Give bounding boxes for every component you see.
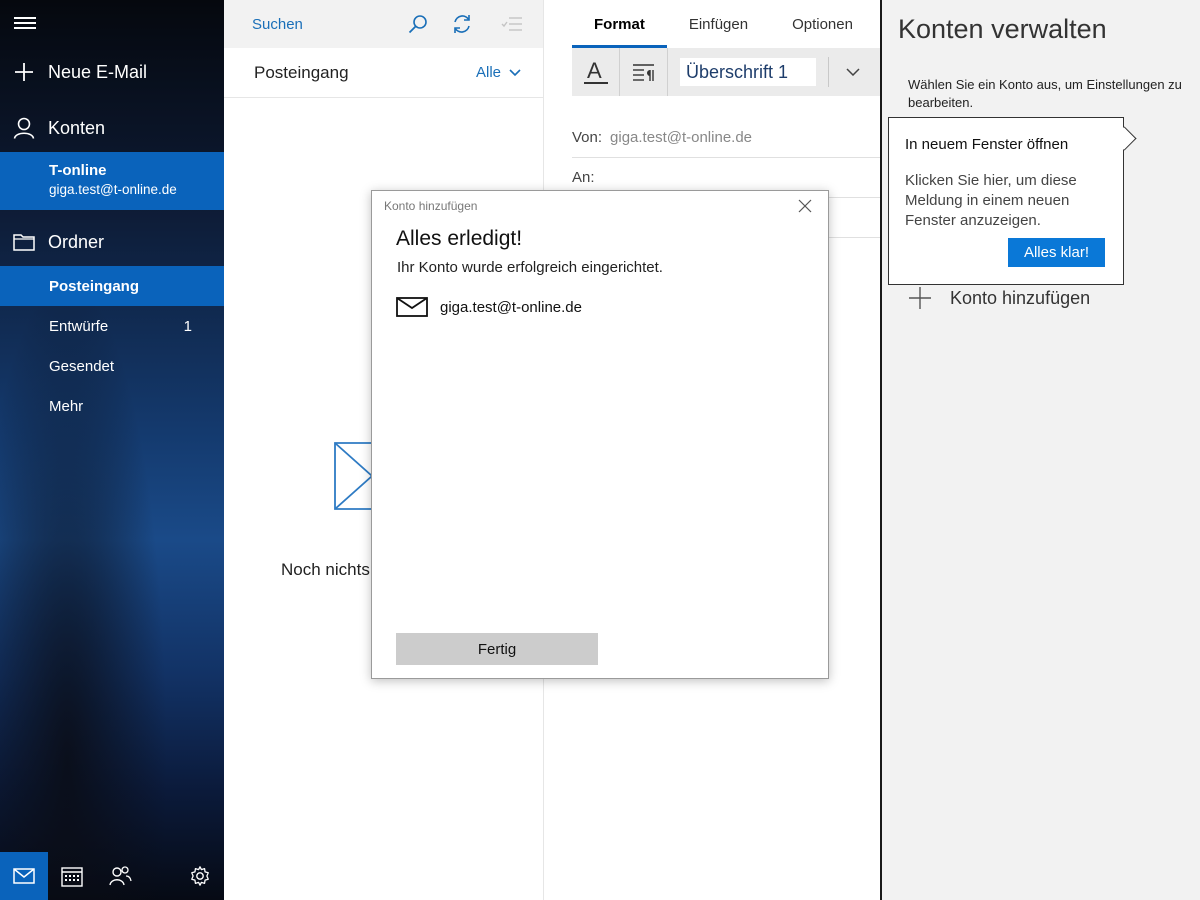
svg-text:A: A — [587, 59, 602, 83]
new-mail-button[interactable]: Neue E-Mail — [0, 52, 224, 92]
from-label: Von: — [572, 129, 603, 146]
account-email: giga.test@t-online.de — [49, 182, 177, 197]
mail-icon[interactable] — [0, 852, 48, 900]
folder-icon — [0, 233, 48, 251]
selection-mode-icon[interactable] — [500, 12, 524, 36]
calendar-icon[interactable] — [48, 852, 96, 900]
folder-item-entwuerfe[interactable]: Entwürfe 1 — [0, 306, 224, 346]
search-icon[interactable] — [406, 12, 430, 36]
settings-icon[interactable] — [176, 852, 224, 900]
close-icon[interactable] — [798, 199, 812, 213]
folder-item-posteingang[interactable]: Posteingang — [0, 266, 224, 306]
folder-label: Posteingang — [49, 277, 140, 295]
got-it-button[interactable]: Alles klar! — [1007, 238, 1105, 267]
done-button[interactable]: Fertig — [396, 633, 598, 665]
account-name: T-online — [49, 162, 107, 179]
from-field[interactable]: Von: giga.test@t-online.de — [572, 118, 880, 158]
folder-count: 1 — [183, 317, 192, 335]
to-label: An: — [572, 169, 595, 186]
search-input[interactable]: Suchen — [252, 16, 303, 33]
folder-label: Mehr — [49, 397, 84, 415]
folders-label: Ordner — [48, 231, 105, 252]
folder-label: Entwürfe — [49, 317, 109, 335]
add-account-dialog: Konto hinzufügen Alles erledigt! Ihr Kon… — [371, 190, 829, 679]
folder-header: Posteingang Alle — [224, 48, 543, 98]
from-value: giga.test@t-online.de — [610, 129, 753, 146]
style-select[interactable]: Überschrift 1 — [680, 58, 816, 86]
plus-icon — [909, 287, 931, 309]
new-mail-label: Neue E-Mail — [48, 61, 148, 82]
font-format-icon[interactable]: A — [572, 48, 620, 96]
format-toolbar: A Überschrift 1 — [572, 48, 880, 96]
dialog-heading: Alles erledigt! — [396, 227, 523, 250]
account-item-t-online[interactable]: T-online giga.test@t-online.de — [0, 152, 224, 210]
manage-description: Wählen Sie ein Konto aus, um Einstellung… — [908, 77, 1182, 110]
tab-einfuegen[interactable]: Einfügen — [667, 0, 770, 48]
empty-state-text: Noch nichts — [281, 560, 370, 579]
search-bar[interactable]: Suchen — [224, 0, 543, 48]
add-account-button[interactable]: Konto hinzufügen — [908, 286, 1090, 310]
open-in-new-window-tooltip: In neuem Fenster öffnen Klicken Sie hier… — [888, 117, 1124, 285]
plus-icon — [0, 62, 48, 82]
people-icon[interactable] — [96, 852, 144, 900]
tooltip-title[interactable]: In neuem Fenster öffnen — [905, 136, 1107, 153]
chevron-down-icon — [509, 68, 521, 76]
tooltip-body: Klicken Sie hier, um diese Meldung in ei… — [905, 172, 1077, 229]
folders-button[interactable]: Ordner — [0, 222, 224, 262]
folder-title: Posteingang — [254, 62, 349, 82]
accounts-button[interactable]: Konten — [0, 108, 224, 148]
filter-dropdown[interactable]: Alle — [476, 64, 521, 81]
sync-icon[interactable] — [450, 12, 474, 36]
tab-optionen[interactable]: Optionen — [770, 0, 875, 48]
accounts-label: Konten — [48, 117, 106, 138]
ribbon-tabs: Format Einfügen Optionen — [572, 0, 875, 48]
manage-title: Konten verwalten — [898, 14, 1107, 44]
configured-account: giga.test@t-online.de — [396, 297, 582, 317]
dialog-window-title: Konto hinzufügen — [384, 199, 478, 213]
add-account-label: Konto hinzufügen — [950, 287, 1091, 308]
folder-label: Gesendet — [49, 357, 115, 375]
app-switcher-bar — [0, 852, 224, 900]
paragraph-format-icon[interactable] — [620, 48, 668, 96]
filter-label: Alle — [475, 64, 501, 81]
folder-item-mehr[interactable]: Mehr — [0, 386, 224, 426]
empty-inbox-icon — [334, 442, 395, 517]
tab-format[interactable]: Format — [572, 0, 667, 48]
chevron-down-icon[interactable] — [829, 68, 877, 76]
navigation-pane: Neue E-Mail Konten T-online giga.test@t-… — [0, 0, 224, 900]
configured-account-email: giga.test@t-online.de — [440, 298, 582, 316]
folder-item-gesendet[interactable]: Gesendet — [0, 346, 224, 386]
dialog-message: Ihr Konto wurde erfolgreich eingerichtet… — [397, 259, 663, 276]
envelope-icon — [396, 297, 428, 317]
hamburger-menu-icon[interactable] — [14, 14, 36, 32]
person-icon — [0, 117, 48, 139]
